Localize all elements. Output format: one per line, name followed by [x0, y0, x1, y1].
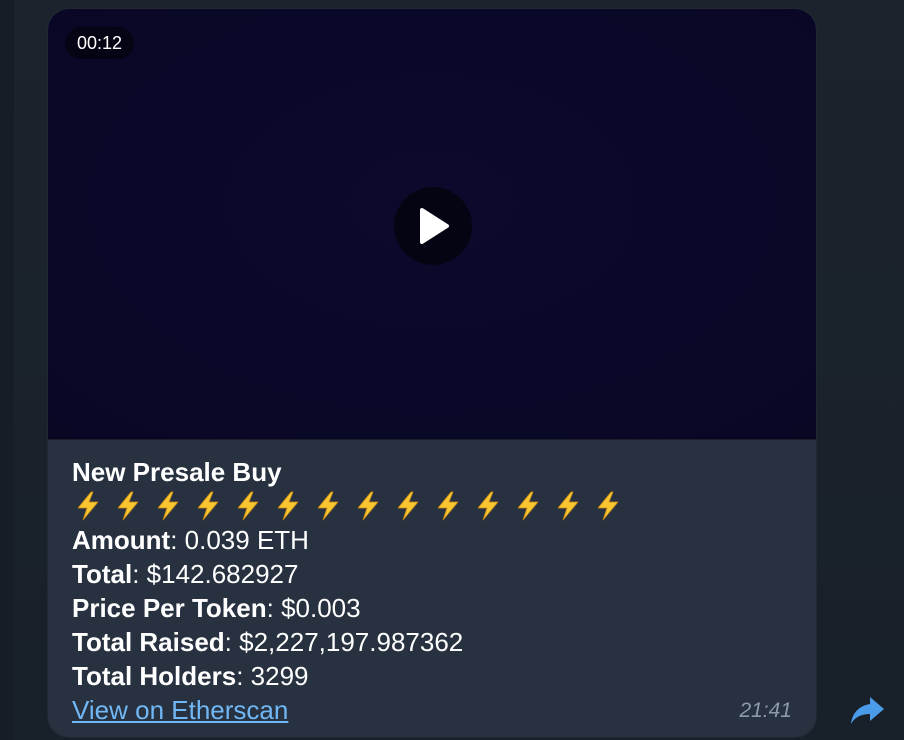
field-label: Total Raised: [72, 627, 225, 657]
field-value: $142.682927: [139, 559, 299, 589]
lightning-bolt-icon: [477, 491, 499, 521]
lightning-bolt-icon: [197, 491, 219, 521]
lightning-bolt-icon: [77, 491, 99, 521]
field-label: Amount: [72, 525, 171, 555]
field-label: Price Per Token: [72, 593, 267, 623]
lightning-bolt-icon: [437, 491, 459, 521]
field-value: $2,227,197.987362: [231, 627, 464, 657]
message-text: New Presale Buy Amount: 0.039 ETH Total: …: [72, 455, 792, 727]
message-fields: Amount: 0.039 ETH Total: $142.682927 Price…: [72, 523, 792, 693]
field-label: Total Holders: [72, 661, 237, 691]
field-label: Total: [72, 559, 133, 589]
field-line: Price Per Token: $0.003: [72, 591, 792, 625]
left-edge: [0, 0, 14, 740]
share-button[interactable]: [846, 688, 890, 732]
field-value: $0.003: [273, 593, 361, 623]
play-button[interactable]: [394, 187, 472, 265]
lightning-bolt-icon: [597, 491, 619, 521]
message-bubble: 00:12 New Presale Buy Amount: 0.039 ETH T…: [47, 8, 817, 738]
message-title: New Presale Buy: [72, 457, 282, 487]
lightning-bolt-icon: [317, 491, 339, 521]
lightning-bolt-icon: [557, 491, 579, 521]
field-line: Amount: 0.039 ETH: [72, 523, 792, 557]
video-thumbnail[interactable]: 00:12: [48, 9, 816, 440]
field-line: Total Raised: $2,227,197.987362: [72, 625, 792, 659]
field-separator: :: [224, 627, 232, 657]
forward-arrow-icon: [851, 697, 884, 724]
field-value: 3299: [243, 661, 309, 691]
lightning-bolt-icon: [357, 491, 379, 521]
lightning-bolt-icon: [397, 491, 419, 521]
etherscan-link[interactable]: View on Etherscan: [72, 695, 288, 725]
lightning-bolt-icon: [277, 491, 299, 521]
field-value: 0.039 ETH: [177, 525, 309, 555]
emoji-row: [72, 489, 792, 523]
lightning-bolt-icon: [517, 491, 539, 521]
field-line: Total: $142.682927: [72, 557, 792, 591]
field-separator: :: [266, 593, 274, 623]
play-icon: [420, 208, 449, 244]
lightning-bolt-icon: [237, 491, 259, 521]
video-duration-badge: 00:12: [65, 27, 135, 59]
message-time: 21:41: [739, 699, 792, 722]
field-line: Total Holders: 3299: [72, 659, 792, 693]
lightning-bolt-icon: [157, 491, 179, 521]
lightning-bolt-icon: [117, 491, 139, 521]
